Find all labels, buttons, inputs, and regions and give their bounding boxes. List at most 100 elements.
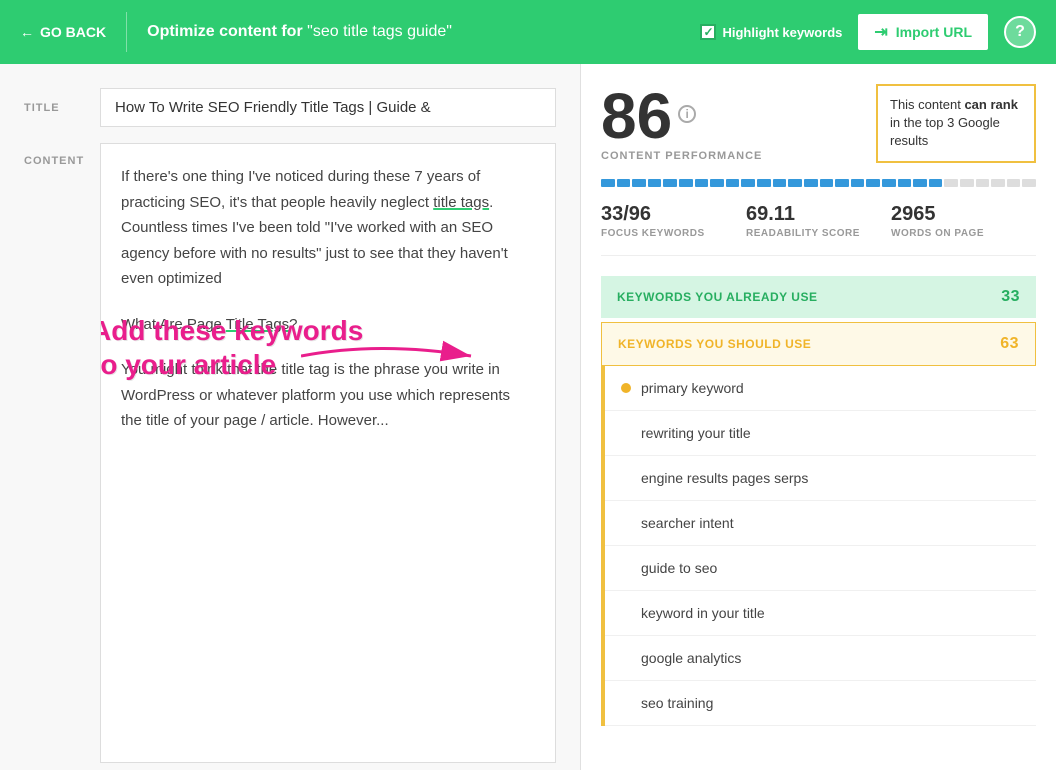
keyword-label: searcher intent [641, 515, 734, 531]
keywords-should-count: 63 [1000, 335, 1019, 353]
focus-keywords-label: FOCUS KEYWORDS [601, 228, 746, 239]
keyword-label: primary keyword [641, 380, 744, 396]
keyword-item[interactable]: google analytics [605, 636, 1036, 681]
progress-segment [695, 179, 709, 187]
keyword-item[interactable]: keyword in your title [605, 591, 1036, 636]
title-input[interactable] [100, 88, 556, 127]
progress-segment [976, 179, 990, 187]
progress-segment [929, 179, 943, 187]
words-label: WORDS ON PAGE [891, 228, 1036, 239]
progress-segment [866, 179, 880, 187]
score-value: 86 [601, 84, 672, 148]
score-area: 86 i CONTENT PERFORMANCE This content ca… [601, 84, 1036, 163]
help-icon: ? [1015, 23, 1025, 41]
progress-segment [679, 179, 693, 187]
words-value: 2965 [891, 203, 1036, 226]
score-info-icon[interactable]: i [678, 105, 696, 123]
content-area: CONTENT If there's one thing I've notice… [0, 143, 580, 770]
rank-text-1: This content [890, 97, 961, 112]
progress-segment [820, 179, 834, 187]
progress-segment [944, 179, 958, 187]
keyword-item[interactable]: engine results pages serps [605, 456, 1036, 501]
optimize-keyword: "seo title tags guide" [307, 23, 452, 40]
keyword-dot-icon [621, 383, 631, 393]
keyword-item[interactable]: seo training [605, 681, 1036, 726]
progress-segment [960, 179, 974, 187]
progress-segment [663, 179, 677, 187]
progress-segment [757, 179, 771, 187]
keyword-list: primary keyword rewriting your title engin… [601, 366, 1036, 726]
rank-text-3: in the top 3 Google results [890, 115, 1000, 148]
progress-segment [773, 179, 787, 187]
keyword-label: guide to seo [641, 560, 717, 576]
progress-segment [632, 179, 646, 187]
keywords-should-section: KEYWORDS YOU SHOULD USE 63 primary keywo… [601, 322, 1036, 726]
progress-segment [898, 179, 912, 187]
content-editor[interactable]: If there's one thing I've noticed during… [100, 143, 556, 763]
progress-segment [617, 179, 631, 187]
optimize-label: Optimize content for [147, 23, 303, 40]
import-url-button[interactable]: ⇥ Import URL [858, 14, 988, 50]
right-panel: 86 i CONTENT PERFORMANCE This content ca… [580, 64, 1056, 770]
keyword-label: seo training [641, 695, 713, 711]
import-url-label: Import URL [896, 24, 972, 40]
help-button[interactable]: ? [1004, 16, 1036, 48]
readability-value: 69.11 [746, 203, 891, 226]
keywords-already-label: KEYWORDS YOU ALREADY USE [617, 290, 817, 304]
left-panel: TITLE CONTENT If there's one thing I've … [0, 64, 580, 770]
progress-segment [788, 179, 802, 187]
header: ← GO BACK Optimize content for "seo titl… [0, 0, 1056, 64]
keyword-item[interactable]: searcher intent [605, 501, 1036, 546]
main-content: TITLE CONTENT If there's one thing I've … [0, 64, 1056, 770]
keywords-already-count: 33 [1001, 288, 1020, 306]
header-optimize-title: Optimize content for "seo title tags gui… [147, 23, 680, 41]
progress-segment [804, 179, 818, 187]
progress-segment [601, 179, 615, 187]
progress-segment [710, 179, 724, 187]
progress-segment [1007, 179, 1021, 187]
keywords-should-header[interactable]: KEYWORDS YOU SHOULD USE 63 [601, 322, 1036, 366]
keyword-item[interactable]: primary keyword [605, 366, 1036, 411]
content-field-label: CONTENT [24, 143, 84, 770]
progress-segment [741, 179, 755, 187]
score-label: CONTENT PERFORMANCE [601, 150, 762, 162]
back-arrow-icon: ← [20, 24, 34, 40]
title-row: TITLE [0, 88, 580, 143]
stat-words: 2965 WORDS ON PAGE [891, 203, 1036, 239]
go-back-button[interactable]: ← GO BACK [20, 24, 106, 40]
rank-badge: This content can rank in the top 3 Googl… [876, 84, 1036, 163]
progress-segment [851, 179, 865, 187]
keyword-label: rewriting your title [641, 425, 751, 441]
readability-label: READABILITY SCORE [746, 228, 891, 239]
stats-row: 33/96 FOCUS KEYWORDS 69.11 READABILITY S… [601, 203, 1036, 256]
arrow-callout [301, 336, 481, 385]
keyword-label: keyword in your title [641, 605, 765, 621]
score-block: 86 i CONTENT PERFORMANCE [601, 84, 762, 162]
import-icon: ⇥ [874, 22, 887, 42]
highlight-keywords-toggle[interactable]: Highlight keywords [700, 24, 842, 40]
highlight-checkbox-icon [700, 24, 716, 40]
keywords-should-label: KEYWORDS YOU SHOULD USE [618, 337, 811, 351]
progress-segment [835, 179, 849, 187]
keywords-already-header[interactable]: KEYWORDS YOU ALREADY USE 33 [601, 276, 1036, 318]
stat-readability: 69.11 READABILITY SCORE [746, 203, 891, 239]
title-field-label: TITLE [24, 102, 84, 114]
highlight-keywords-label: Highlight keywords [722, 25, 842, 40]
progress-segment [913, 179, 927, 187]
rank-text-2: can rank [964, 97, 1017, 112]
back-label: GO BACK [40, 24, 106, 40]
keyword-label: engine results pages serps [641, 470, 808, 486]
focus-keywords-value: 33/96 [601, 203, 746, 226]
progress-bar [601, 179, 1036, 187]
keywords-already-section: KEYWORDS YOU ALREADY USE 33 [601, 276, 1036, 318]
keyword-label: google analytics [641, 650, 741, 666]
header-divider [126, 12, 127, 52]
content-paragraph-1: If there's one thing I've noticed during… [121, 164, 535, 292]
progress-segment [991, 179, 1005, 187]
score-number: 86 i [601, 84, 762, 148]
highlight-title-tags: title tags [433, 194, 489, 211]
keyword-item[interactable]: guide to seo [605, 546, 1036, 591]
keyword-item[interactable]: rewriting your title [605, 411, 1036, 456]
progress-segment [726, 179, 740, 187]
progress-segment [648, 179, 662, 187]
